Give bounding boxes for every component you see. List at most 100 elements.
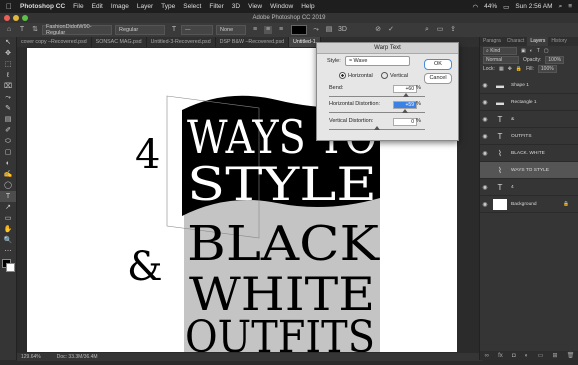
tool-zoom-icon[interactable]: 🔍: [0, 235, 16, 246]
vertical-radio[interactable]: Vertical: [381, 72, 408, 79]
lock-pixels-icon[interactable]: ▦: [499, 66, 504, 72]
background-color[interactable]: [6, 263, 15, 272]
tool-marquee-icon[interactable]: ⬚: [0, 59, 16, 70]
home-icon[interactable]: ⌂: [5, 26, 13, 34]
visibility-eye-icon[interactable]: ◉: [480, 99, 490, 106]
tab-untitled-3[interactable]: Untitled-3-Recovered.psd: [147, 37, 216, 47]
tool-lasso-icon[interactable]: ℓ: [0, 70, 16, 81]
tab-history[interactable]: History: [548, 37, 570, 46]
layer-kind-filter[interactable]: ⌕ Kind: [483, 46, 517, 55]
font-style-select[interactable]: Regular: [115, 25, 165, 35]
cancel-icon[interactable]: ⊘: [374, 26, 382, 34]
menu-help[interactable]: Help: [301, 3, 314, 10]
tool-type-icon[interactable]: T: [0, 191, 16, 202]
vdist-slider-thumb[interactable]: [374, 126, 380, 130]
font-family-select[interactable]: FashionDidotW90-Regular: [42, 24, 112, 36]
lock-all-icon[interactable]: 🔒: [516, 66, 522, 72]
tab-layers[interactable]: Layers: [527, 37, 549, 46]
battery-icon[interactable]: ▭: [503, 3, 509, 11]
commit-icon[interactable]: ✓: [387, 26, 395, 34]
cancel-button[interactable]: Cancel: [424, 73, 452, 84]
adjustment-icon[interactable]: ◐: [525, 353, 529, 359]
layer-row[interactable]: ◉ ▬ Shape 1: [480, 77, 578, 94]
zoom-level[interactable]: 129.64%: [21, 354, 41, 360]
bend-slider-thumb[interactable]: [402, 93, 409, 97]
color-swatches[interactable]: [0, 257, 16, 273]
hdist-slider-thumb[interactable]: [402, 109, 409, 113]
fill-input[interactable]: 100%: [537, 64, 557, 73]
tool-eyedropper-icon[interactable]: ✎: [0, 103, 16, 114]
clock[interactable]: Sun 2:56 AM: [515, 3, 552, 10]
font-size-select[interactable]: —: [181, 25, 213, 35]
menu-view[interactable]: View: [248, 3, 262, 10]
vdist-input[interactable]: 0: [393, 118, 417, 126]
filter-pixel-icon[interactable]: ▣: [521, 48, 526, 54]
tool-quick-select-icon[interactable]: ⌧: [0, 81, 16, 92]
hdist-slider[interactable]: [329, 109, 425, 113]
vdist-slider[interactable]: [329, 126, 425, 130]
orientation-toggle-icon[interactable]: ⇅: [31, 26, 39, 34]
control-center-icon[interactable]: ≡: [568, 3, 572, 10]
type-tool-icon[interactable]: T: [18, 26, 26, 34]
layer-row[interactable]: ◉ T &: [480, 111, 578, 128]
tool-move-icon[interactable]: ↖: [0, 37, 16, 48]
workspace-icon[interactable]: ▭: [436, 26, 444, 34]
character-panel-icon[interactable]: ▤: [325, 26, 333, 34]
filter-shape-icon[interactable]: ▢: [544, 48, 549, 54]
menu-file[interactable]: File: [73, 3, 83, 10]
minimize-window-button[interactable]: [13, 15, 19, 21]
tool-path-select-icon[interactable]: ↗: [0, 202, 16, 213]
blend-mode-select[interactable]: Normal: [483, 55, 519, 64]
tool-hand-icon[interactable]: ✋: [0, 224, 16, 235]
tool-artboard-icon[interactable]: ✥: [0, 48, 16, 59]
trash-icon[interactable]: 🗑: [567, 352, 575, 359]
menu-filter[interactable]: Filter: [209, 3, 223, 10]
tool-healing-icon[interactable]: ▤: [0, 114, 16, 125]
style-select[interactable]: ≈ Wave: [345, 56, 410, 66]
tab-sonsac-mag[interactable]: SONSAC MAG.psd: [92, 37, 147, 47]
tool-crop-icon[interactable]: ⤳: [0, 92, 16, 103]
menu-image[interactable]: Image: [111, 3, 129, 10]
link-icon[interactable]: ∞: [485, 353, 489, 359]
tab-dsp-bw[interactable]: DSP B&W –Recovered.psd: [216, 37, 290, 47]
menu-edit[interactable]: Edit: [92, 3, 103, 10]
fx-icon[interactable]: fx: [498, 353, 503, 359]
layer-row[interactable]: ◉ T 4: [480, 179, 578, 196]
new-layer-icon[interactable]: ⊞: [552, 352, 557, 359]
share-icon[interactable]: ⇪: [449, 26, 457, 34]
visibility-eye-icon[interactable]: ◉: [480, 116, 490, 123]
filter-type-icon[interactable]: T: [537, 48, 540, 54]
tool-brush-icon[interactable]: ✐: [0, 125, 16, 136]
warp-text-icon[interactable]: ⤳: [312, 26, 320, 34]
menu-app-name[interactable]: Photoshop CC: [20, 3, 65, 10]
hdist-input[interactable]: +59: [393, 101, 417, 109]
search-icon[interactable]: ⌕: [559, 3, 563, 11]
layer-row[interactable]: ◉ ▬ Rectangle 1: [480, 94, 578, 111]
apple-icon[interactable]: : [6, 2, 12, 11]
align-center-icon[interactable]: ≡: [264, 26, 272, 34]
tool-more-icon[interactable]: ⋯: [0, 246, 16, 257]
filter-adjust-icon[interactable]: ◐: [530, 48, 533, 54]
visibility-eye-icon[interactable]: ◉: [480, 184, 490, 191]
layer-row[interactable]: ◉ Background 🔒: [480, 196, 578, 213]
bend-input[interactable]: +60: [393, 85, 417, 93]
tab-paragraph[interactable]: Paragra: [480, 37, 504, 46]
tool-dodge-icon[interactable]: ◯: [0, 180, 16, 191]
tool-stamp-icon[interactable]: ⬭: [0, 136, 16, 147]
menu-select[interactable]: Select: [183, 3, 201, 10]
zoom-window-button[interactable]: [22, 15, 28, 21]
menu-3d[interactable]: 3D: [232, 3, 240, 10]
folder-icon[interactable]: ▭: [538, 352, 544, 359]
lock-position-icon[interactable]: ✥: [508, 66, 512, 72]
visibility-eye-icon[interactable]: ◉: [480, 201, 490, 208]
mask-icon[interactable]: ◘: [512, 353, 516, 359]
close-window-button[interactable]: [4, 15, 10, 21]
tab-cover-copy[interactable]: cover copy –Recovered.psd: [17, 37, 92, 47]
layer-row[interactable]: ◉ ⌇ BLACK. WHITE: [480, 145, 578, 162]
bend-slider[interactable]: [329, 93, 425, 97]
visibility-eye-icon[interactable]: ◉: [480, 133, 490, 140]
menu-layer[interactable]: Layer: [137, 3, 153, 10]
tool-eraser-icon[interactable]: ◐: [0, 158, 16, 169]
anti-alias-select[interactable]: None: [216, 25, 246, 35]
align-right-icon[interactable]: ≡: [277, 26, 285, 34]
